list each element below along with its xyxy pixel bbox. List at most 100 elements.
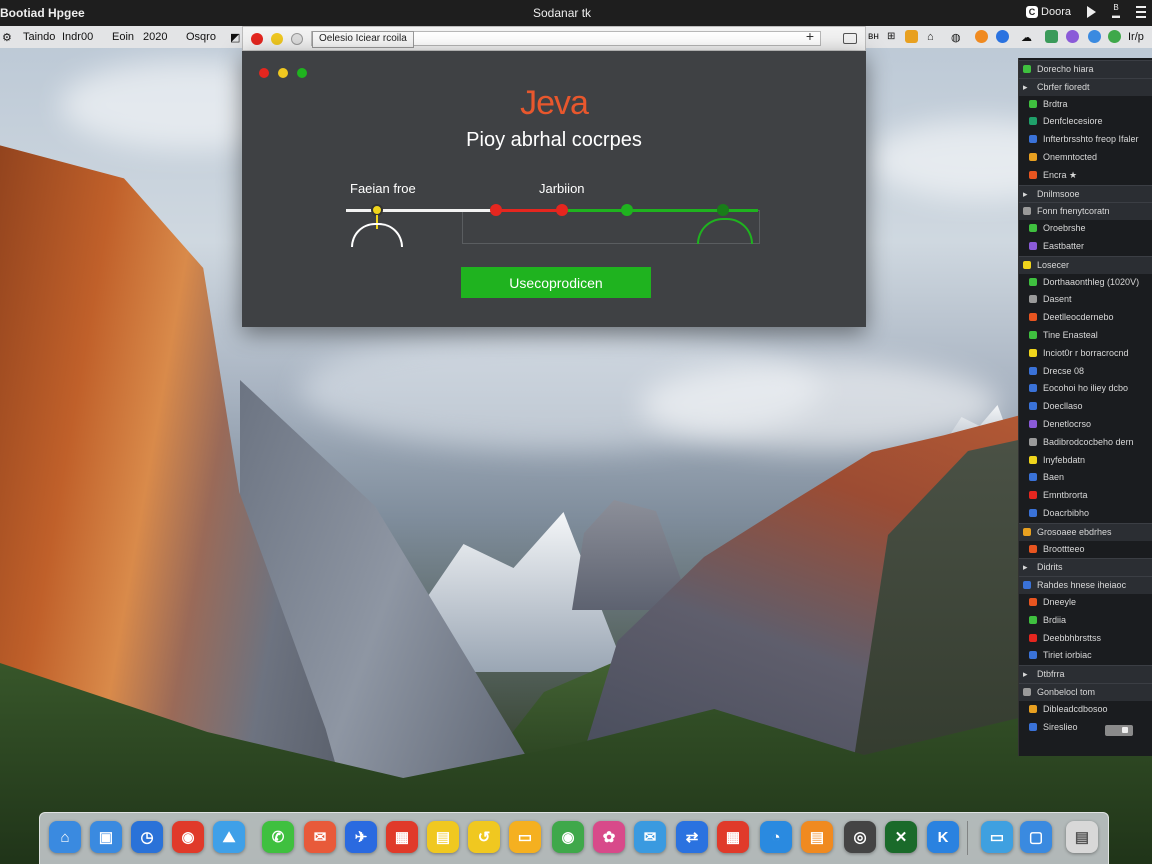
xcode-app-icon[interactable]: ✈ — [345, 821, 377, 853]
url-tab[interactable]: Oelesio Iciear rcoila — [312, 31, 414, 48]
tray-tool-icon[interactable]: ⊞ — [887, 31, 895, 42]
mail-app-icon[interactable]: ✉ — [304, 821, 336, 853]
sidebar-item[interactable]: Denetlocrso — [1019, 416, 1152, 433]
facetime-app-icon[interactable]: ✆ — [262, 821, 294, 853]
sidebar-item[interactable]: Encra ★ — [1019, 167, 1152, 184]
sidebar-item[interactable]: Dorthaaonthleg (1020V) — [1019, 274, 1152, 291]
menu-item-5[interactable]: Osqro — [186, 31, 216, 43]
shortcut-app-icon[interactable]: ↺ — [468, 821, 500, 853]
power-app-icon[interactable]: ◎ — [844, 821, 876, 853]
xbox-app-icon[interactable]: ✕ — [885, 821, 917, 853]
tray-app-icon-3[interactable] — [975, 30, 988, 43]
chrome-2-app-icon[interactable]: ◉ — [552, 821, 584, 853]
app-zoom-button[interactable] — [297, 68, 307, 78]
minimize-window-button[interactable] — [271, 33, 283, 45]
sidebar-item[interactable]: Denfclecesiore — [1019, 113, 1152, 130]
sidebar-item[interactable]: Deebbhbrsttss — [1019, 630, 1152, 647]
tray-app-icon-6[interactable] — [1045, 30, 1058, 43]
files-app-icon[interactable]: ▭ — [509, 821, 541, 853]
appstore-app-icon[interactable]: ⇄ — [676, 821, 708, 853]
sidebar-toggle-icon[interactable] — [843, 33, 857, 44]
sidebar-toggle-switch[interactable] — [1105, 725, 1133, 736]
sidebar-item[interactable]: Drecse 08 — [1019, 363, 1152, 380]
calendar-app-icon[interactable]: ▦ — [386, 821, 418, 853]
photos-app-icon[interactable]: ⛰ — [213, 821, 245, 853]
menu-item-2[interactable]: Indr00 — [62, 31, 93, 43]
sidebar-item[interactable]: Brdiia — [1019, 612, 1152, 629]
sidebar-item[interactable]: Inciot0r r borracrocnd — [1019, 345, 1152, 362]
sidebar-item[interactable]: Eastbatter — [1019, 238, 1152, 255]
sidebar-item[interactable]: Dasent — [1019, 291, 1152, 308]
menu-bar-status-item[interactable]: B ▬ — [1112, 4, 1120, 20]
sidebar-item[interactable]: Tine Enasteal — [1019, 327, 1152, 344]
sidebar-item[interactable]: Doecllaso — [1019, 398, 1152, 415]
timer-app-icon[interactable]: ◔ — [760, 821, 792, 853]
clock-app-icon[interactable]: ◷ — [131, 821, 163, 853]
tray-app-icon-4[interactable] — [996, 30, 1009, 43]
sidebar-item[interactable]: ▸ Dnilmsooe — [1019, 184, 1152, 203]
sidebar-item[interactable]: Baen — [1019, 469, 1152, 486]
sidebar-item[interactable]: Losecer — [1019, 255, 1152, 274]
sidebar-item[interactable]: ▸ Didrits — [1019, 558, 1152, 577]
app-minimize-button[interactable] — [278, 68, 288, 78]
close-window-button[interactable] — [251, 33, 263, 45]
gallery-app-icon[interactable]: ✿ — [593, 821, 625, 853]
primary-action-button[interactable]: Usecoprodicen — [461, 267, 651, 298]
sidebar-item[interactable]: Gonbelocl tom — [1019, 683, 1152, 701]
grid-app-icon[interactable]: ▦ — [717, 821, 749, 853]
sidebar-item[interactable]: ▸ Dtbfrra — [1019, 665, 1152, 684]
folder-app-icon[interactable]: ▭ — [981, 821, 1013, 853]
sidebar-item[interactable]: Inyfebdatn — [1019, 452, 1152, 469]
tray-app-icon-2[interactable]: ◍ — [951, 31, 961, 44]
red-node-2[interactable] — [556, 204, 568, 216]
menu-item-3[interactable]: Eoin — [112, 31, 134, 43]
tray-app-icon-7[interactable] — [1066, 30, 1079, 43]
sidebar-item[interactable]: Emntbrorta — [1019, 487, 1152, 504]
home-app-icon[interactable]: ⌂ — [49, 821, 81, 853]
sidebar-item[interactable]: Dorecho hiara — [1019, 60, 1152, 78]
sidebar-item[interactable]: Broottteeo — [1019, 541, 1152, 558]
trash-app-icon[interactable]: ▤ — [1066, 821, 1098, 853]
address-bar[interactable]: Oelesio Iciear rcoila + — [311, 29, 821, 48]
menu-bar-account-button[interactable]: C Doora — [1026, 6, 1071, 18]
tray-app-icon-1[interactable] — [905, 30, 918, 43]
end-node[interactable] — [717, 204, 729, 216]
notes-app-icon[interactable]: ▤ — [427, 821, 459, 853]
sidebar-item[interactable]: Badibrodcocbeho dern — [1019, 434, 1152, 451]
sidebar-item[interactable]: Fonn fnenytcoratn — [1019, 202, 1152, 221]
tray-text-label[interactable]: Ir/p — [1128, 31, 1144, 43]
k-app-icon[interactable]: K — [927, 821, 959, 853]
app-close-button[interactable] — [259, 68, 269, 78]
sidebar-item[interactable]: Grosoaee ebdrhes — [1019, 522, 1152, 541]
sidebar-item[interactable]: Oroebrshe — [1019, 220, 1152, 237]
sidebar-item[interactable]: Brdtra — [1019, 96, 1152, 113]
new-tab-icon[interactable]: + — [806, 29, 814, 43]
tray-text-icon[interactable]: ʙʜ — [868, 31, 879, 42]
tray-app-icon-9[interactable] — [1108, 30, 1121, 43]
sidebar-item[interactable]: Dibleadcdbosoo — [1019, 701, 1152, 718]
zoom-window-button[interactable] — [291, 33, 303, 45]
sidebar-item[interactable]: Rahdes hnese iheiaoc — [1019, 576, 1152, 595]
play-icon[interactable] — [1087, 6, 1096, 18]
chrome-app-icon[interactable]: ◉ — [172, 821, 204, 853]
menu-item-4[interactable]: 2020 — [143, 31, 167, 43]
green-node[interactable] — [621, 204, 633, 216]
sidebar-item[interactable]: ▸ Cbrfer fioredt — [1019, 77, 1152, 96]
tray-app-icon-5[interactable]: ☁ — [1021, 31, 1032, 44]
tray-app-icon-8[interactable] — [1088, 30, 1101, 43]
messages-app-icon[interactable]: ✉ — [634, 821, 666, 853]
sidebar-item[interactable]: Onemntocted — [1019, 149, 1152, 166]
menu-row-icon[interactable]: ⚙ — [2, 31, 12, 44]
menu-item-1[interactable]: Taindo — [23, 31, 55, 43]
monitor-app-icon[interactable]: ▣ — [90, 821, 122, 853]
sidebar-item[interactable]: Doacrbibho — [1019, 505, 1152, 522]
sidebar-item[interactable]: Dneeyle — [1019, 594, 1152, 611]
menu-row-tool-icon[interactable]: ◩ — [230, 31, 240, 44]
sidebar-item[interactable]: Eocohoi ho iliey dcbo — [1019, 380, 1152, 397]
sidebar-item[interactable]: Deetlleocdernebo — [1019, 309, 1152, 326]
sidebar-item[interactable]: Infterbrsshto freop Ifaler — [1019, 131, 1152, 148]
app-menu-title[interactable]: Bootiad Hpgee — [0, 6, 85, 20]
window-app-icon[interactable]: ▢ — [1020, 821, 1052, 853]
red-node[interactable] — [490, 204, 502, 216]
doc-app-icon[interactable]: ▤ — [801, 821, 833, 853]
